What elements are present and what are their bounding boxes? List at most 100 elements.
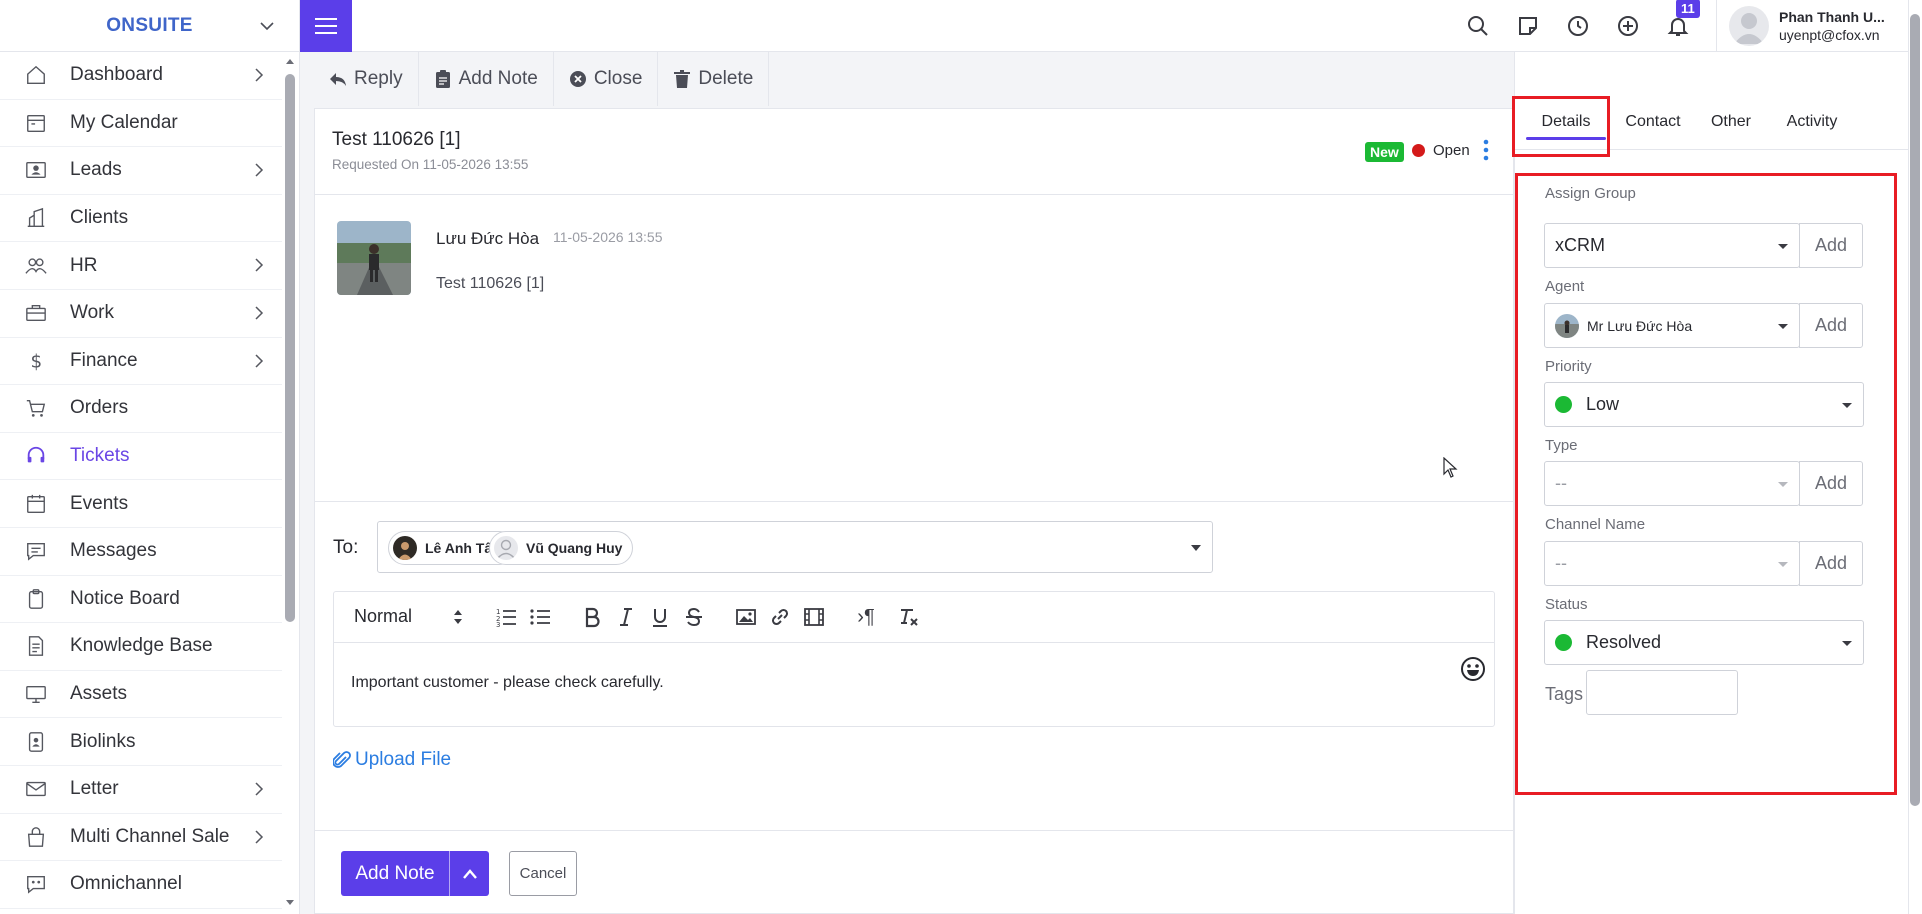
sidebar-item-dashboard[interactable]: Dashboard: [0, 52, 282, 100]
sidebar-item-work[interactable]: Work: [0, 290, 282, 338]
sidebar-scrollbar-thumb[interactable]: [285, 74, 295, 622]
status-select[interactable]: Resolved: [1544, 620, 1864, 665]
sticky-note-button[interactable]: [1516, 14, 1540, 38]
caret-down-icon: [1778, 243, 1788, 249]
upload-file-label: Upload File: [355, 749, 452, 770]
chevron-right-icon: [255, 68, 264, 82]
priority-value: Low: [1586, 394, 1620, 414]
notifications-button[interactable]: 11: [1666, 0, 1700, 38]
sticky-note-icon: [1519, 17, 1537, 35]
add-agent-button[interactable]: Add: [1799, 303, 1863, 348]
sidebar-item-omnichannel[interactable]: Omnichannel: [0, 861, 282, 909]
plus-circle-icon: [1618, 16, 1638, 36]
ticket-action-bar: Reply Add Note Close Delete: [314, 52, 1514, 106]
insert-video-button[interactable]: [802, 605, 826, 629]
caret-down-icon: [1778, 481, 1788, 487]
scroll-down-arrow-icon[interactable]: [284, 898, 296, 908]
scroll-up-arrow-icon[interactable]: [284, 56, 296, 66]
insert-image-button[interactable]: [734, 605, 758, 629]
add-assign-group-button[interactable]: Add: [1799, 223, 1863, 268]
sidebar-item-knowledge-base[interactable]: Knowledge Base: [0, 623, 282, 671]
insert-link-button[interactable]: [768, 605, 792, 629]
chevron-right-icon: [255, 163, 264, 177]
tags-input[interactable]: [1586, 670, 1738, 715]
sidebar-item-orders[interactable]: Orders: [0, 385, 282, 433]
chevron-right-icon: [255, 354, 264, 368]
bullet-list-button[interactable]: [528, 605, 552, 629]
assign-group-select[interactable]: xCRM: [1544, 223, 1800, 268]
briefcase-icon: [25, 302, 47, 324]
delete-button[interactable]: Delete: [658, 52, 770, 106]
sidebar-item-label: Finance: [70, 349, 138, 371]
updown-caret-icon[interactable]: [452, 608, 464, 626]
sidebar-item-label: Leads: [70, 159, 122, 181]
channel-name-select[interactable]: --: [1544, 541, 1800, 586]
page-scrollbar-thumb[interactable]: [1910, 14, 1920, 806]
sidebar-item-my-calendar[interactable]: My Calendar: [0, 100, 282, 148]
upload-file-link[interactable]: Upload File: [333, 749, 451, 771]
underline-button[interactable]: [648, 605, 672, 629]
more-options-icon[interactable]: [1481, 138, 1491, 162]
ordered-list-button[interactable]: 123: [494, 605, 518, 629]
emoji-icon[interactable]: [1460, 656, 1486, 682]
sidebar-item-finance[interactable]: $ Finance: [0, 338, 282, 386]
cancel-button[interactable]: Cancel: [509, 851, 577, 896]
sidebar-item-messages[interactable]: Messages: [0, 528, 282, 576]
status-value-wrap: Resolved: [1545, 632, 1841, 653]
menu-toggle-button[interactable]: [300, 0, 352, 52]
bold-button[interactable]: [580, 605, 604, 629]
tab-contact[interactable]: Contact: [1613, 94, 1693, 150]
type-select[interactable]: --: [1544, 461, 1800, 506]
chevron-right-icon: [255, 829, 264, 844]
italic-icon: [620, 608, 632, 626]
agent-select[interactable]: Mr Lưu Đức Hòa: [1544, 303, 1800, 348]
search-button[interactable]: [1466, 14, 1490, 38]
sidebar-item-multi-channel-sale[interactable]: Multi Channel Sale: [0, 814, 282, 862]
sidebar-item-assets[interactable]: Assets: [0, 671, 282, 719]
recipient-name: Vũ Quang Huy: [526, 540, 623, 556]
notification-count-badge: 11: [1676, 0, 1700, 18]
paperclip-icon: [333, 751, 351, 768]
chevron-down-icon[interactable]: [259, 18, 275, 34]
add-channel-button[interactable]: Add: [1799, 541, 1863, 586]
add-type-button[interactable]: Add: [1799, 461, 1863, 506]
sidebar-item-biolinks[interactable]: Biolinks: [0, 718, 282, 766]
italic-button[interactable]: [614, 605, 638, 629]
text-direction-button[interactable]: ›¶: [854, 605, 878, 629]
user-menu[interactable]: Phan Thanh U... uyenpt@cfox.vn: [1716, 0, 1908, 52]
message-time: 11-05-2026 13:55: [553, 229, 663, 245]
brand-header[interactable]: ONSUITE: [0, 0, 299, 52]
agent-value-wrap: Mr Lưu Đức Hòa: [1545, 313, 1777, 338]
sidebar-item-notice-board[interactable]: Notice Board: [0, 576, 282, 624]
clear-format-button[interactable]: [896, 605, 920, 629]
sidebar-item-label: Letter: [70, 778, 119, 800]
add-note-button[interactable]: Add Note: [419, 52, 554, 106]
message-body: Test 110626 [1]: [436, 275, 545, 292]
priority-select[interactable]: Low: [1544, 382, 1864, 427]
trash-icon: [674, 70, 691, 88]
strikethrough-button[interactable]: [682, 605, 706, 629]
add-note-label: Add Note: [458, 68, 538, 89]
sidebar-item-events[interactable]: Events: [0, 480, 282, 528]
tab-activity[interactable]: Activity: [1769, 94, 1855, 150]
add-note-submit-button[interactable]: Add Note: [341, 851, 489, 896]
timer-button[interactable]: [1566, 14, 1590, 38]
sidebar-item-tickets[interactable]: Tickets: [0, 433, 282, 481]
recipient-chip[interactable]: Vũ Quang Huy: [489, 531, 634, 565]
close-button[interactable]: Close: [554, 52, 659, 106]
people-icon: [25, 255, 47, 277]
recipient-select[interactable]: Lê Anh Tâm Vũ Quang Huy: [377, 521, 1213, 573]
sidebar-item-label: HR: [70, 254, 98, 276]
submit-label: Add Note: [355, 862, 435, 884]
submit-dropdown-toggle[interactable]: [449, 851, 489, 896]
text-format-select[interactable]: Normal: [354, 606, 412, 627]
sidebar-item-leads[interactable]: Leads: [0, 147, 282, 195]
sidebar-item-hr[interactable]: HR: [0, 242, 282, 290]
sidebar-item-letter[interactable]: Letter: [0, 766, 282, 814]
editor-content[interactable]: Important customer - please check carefu…: [351, 674, 664, 692]
tab-other[interactable]: Other: [1695, 94, 1767, 150]
sidebar-item-clients[interactable]: Clients: [0, 195, 282, 243]
reply-button[interactable]: Reply: [314, 52, 419, 106]
quick-add-button[interactable]: [1616, 14, 1640, 38]
link-icon: [771, 608, 789, 626]
